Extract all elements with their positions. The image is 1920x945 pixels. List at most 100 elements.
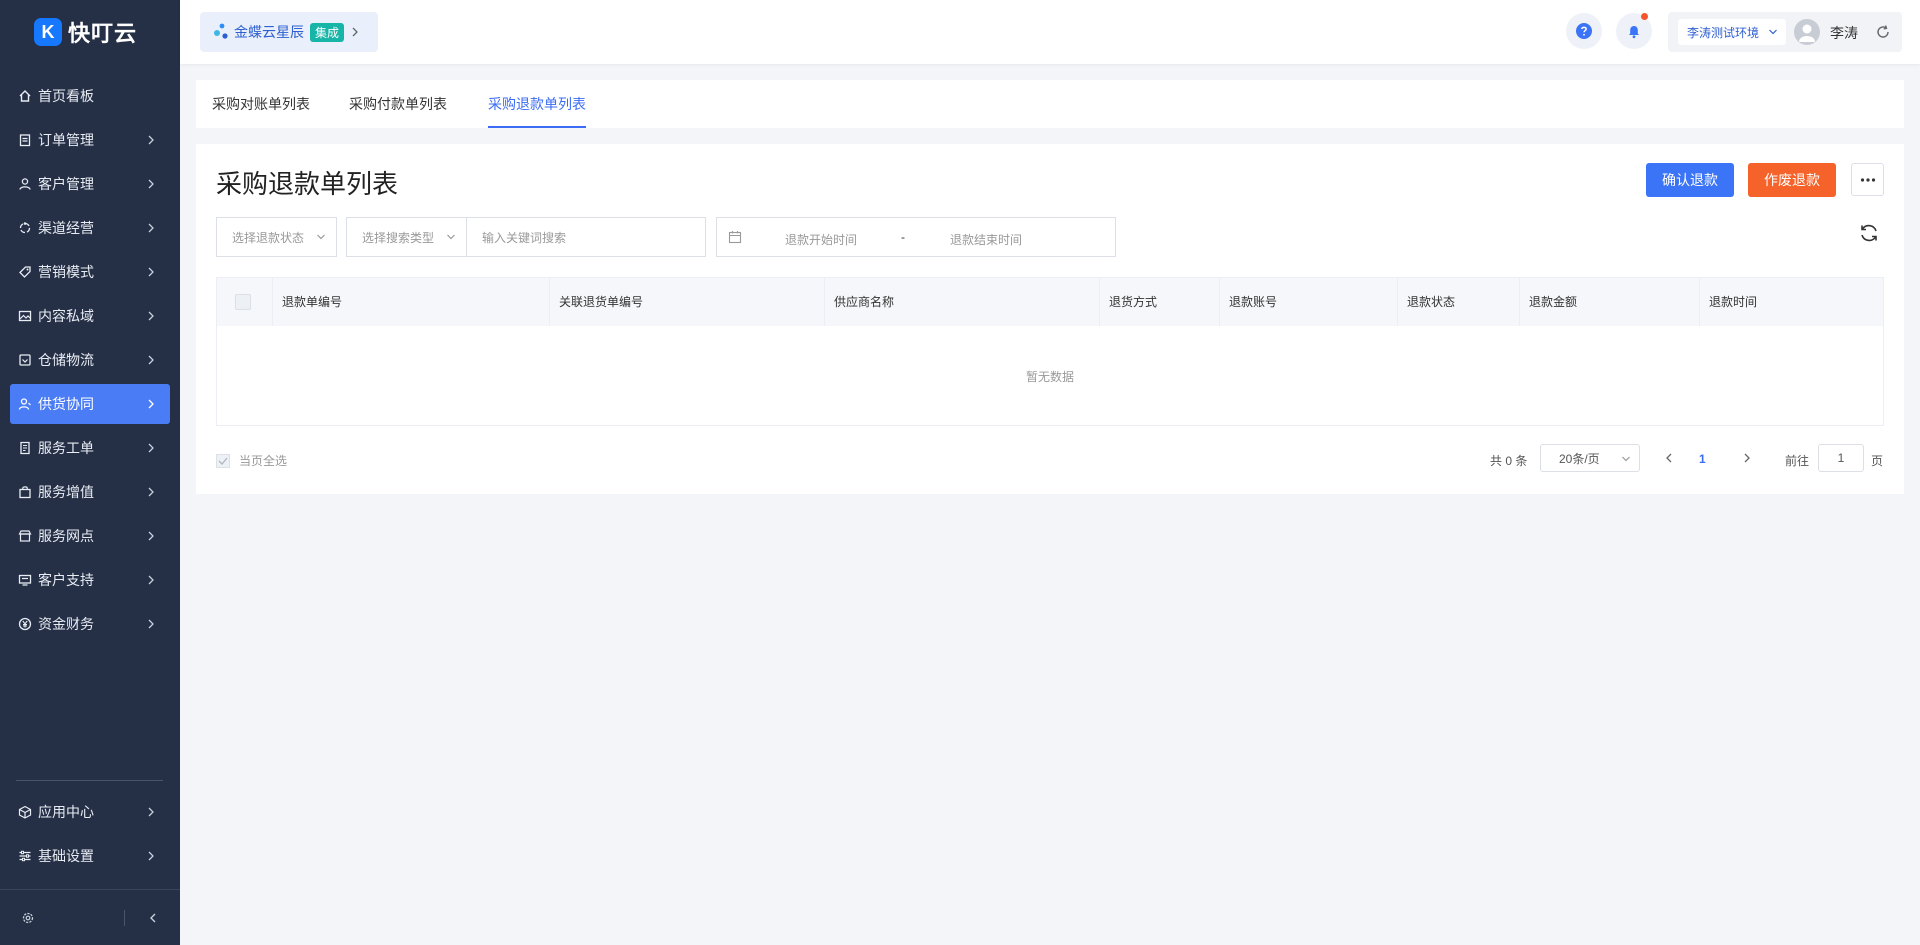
- sidebar-item-orders[interactable]: 订单管理: [10, 120, 170, 160]
- sidebar-divider: [16, 780, 163, 781]
- chevron-right-icon: [148, 179, 154, 189]
- column-header-refund-account[interactable]: 退款账号: [1219, 278, 1397, 326]
- search-type-select[interactable]: 选择搜索类型: [346, 217, 467, 257]
- column-header-refund-time[interactable]: 退款时间: [1699, 278, 1883, 326]
- sidebar-item-label: 应用中心: [38, 804, 94, 820]
- sidebar-item-support[interactable]: 客户支持: [10, 560, 170, 600]
- refund-status-placeholder: 选择退款状态: [232, 230, 305, 245]
- notifications-button[interactable]: [1616, 13, 1652, 49]
- tab-refund-list[interactable]: 采购退款单列表: [488, 80, 586, 128]
- void-refund-button[interactable]: 作废退款: [1748, 163, 1836, 197]
- column-header-refund-status[interactable]: 退款状态: [1397, 278, 1519, 326]
- prev-page-icon[interactable]: [1663, 451, 1675, 465]
- sidebar-item-home[interactable]: 首页看板: [10, 76, 170, 116]
- sidebar-item-basic-settings[interactable]: 基础设置: [10, 836, 170, 876]
- tab-payment-list[interactable]: 采购付款单列表: [349, 80, 447, 128]
- refresh-list-icon[interactable]: [1858, 222, 1880, 244]
- chevron-right-icon: [148, 807, 154, 817]
- page-tabs: 采购对账单列表 采购付款单列表 采购退款单列表: [196, 80, 1904, 128]
- select-page-checkbox[interactable]: 当页全选: [216, 452, 287, 469]
- select-page-label: 当页全选: [239, 454, 288, 468]
- column-header-refund-amount[interactable]: 退款金额: [1519, 278, 1699, 326]
- table-header: 退款单编号 关联退货单编号 供应商名称 退货方式 退款账号 退款状态 退款金额 …: [217, 278, 1883, 326]
- sidebar-item-finance[interactable]: 资金财务: [10, 604, 170, 644]
- chevron-right-icon: [148, 851, 154, 861]
- logo-text: 快叮云: [68, 21, 138, 46]
- chevron-right-icon: [352, 27, 358, 37]
- help-icon: [1576, 23, 1592, 39]
- range-separator: -: [901, 230, 905, 244]
- goto-page-input[interactable]: [1818, 444, 1864, 472]
- page-number-current[interactable]: 1: [1699, 452, 1706, 466]
- sidebar-item-warehouse[interactable]: 仓储物流: [10, 340, 170, 380]
- user-icon: [18, 177, 32, 191]
- settings-gear-icon[interactable]: [20, 910, 36, 926]
- sidebar-item-marketing[interactable]: 营销模式: [10, 252, 170, 292]
- sidebar-item-customers[interactable]: 客户管理: [10, 164, 170, 204]
- sidebar-item-label: 渠道经营: [38, 220, 94, 236]
- sidebar-item-label: 营销模式: [38, 264, 94, 280]
- start-date-placeholder[interactable]: 退款开始时间: [785, 231, 857, 248]
- goto-label: 前往: [1785, 454, 1810, 468]
- confirm-refund-button[interactable]: 确认退款: [1646, 163, 1734, 197]
- chevron-down-icon: [317, 234, 325, 240]
- sidebar-item-label: 仓储物流: [38, 352, 94, 368]
- column-header-return-no[interactable]: 关联退货单编号: [549, 278, 824, 326]
- integration-switcher[interactable]: 金蝶云星辰 集成: [200, 12, 378, 52]
- chevron-right-icon: [148, 399, 154, 409]
- sidebar-item-label: 供货协同: [38, 396, 94, 412]
- checkbox: [216, 453, 230, 468]
- user-area: 李涛测试环境 李涛: [1668, 12, 1902, 52]
- search-type-placeholder: 选择搜索类型: [362, 230, 435, 245]
- calendar-icon: [728, 231, 742, 244]
- avatar-person-icon: [1799, 24, 1815, 42]
- keyword-search-input[interactable]: 输入关键词搜索: [466, 217, 706, 257]
- tab-reconciliation-list[interactable]: 采购对账单列表: [212, 80, 310, 128]
- bell-icon: [1629, 26, 1639, 39]
- sidebar-item-service-tickets[interactable]: 服务工单: [10, 428, 170, 468]
- column-header-supplier[interactable]: 供应商名称: [824, 278, 1099, 326]
- more-dots-icon: [1860, 177, 1875, 182]
- sidebar-footer: [0, 889, 180, 945]
- end-date-placeholder[interactable]: 退款结束时间: [950, 231, 1022, 248]
- logo[interactable]: K 快叮云: [0, 0, 180, 64]
- chevron-down-icon: [1769, 29, 1777, 35]
- refund-table: 退款单编号 关联退货单编号 供应商名称 退货方式 退款账号 退款状态 退款金额 …: [216, 277, 1884, 426]
- chevron-right-icon: [148, 135, 154, 145]
- sidebar: K 快叮云 首页看板 订单管理 客户管理 渠道经营 营销模式 内容私域 仓储物流…: [0, 0, 180, 945]
- total-count: 共 0 条: [1490, 454, 1528, 468]
- refresh-icon[interactable]: [1875, 24, 1891, 40]
- next-page-icon[interactable]: [1741, 451, 1753, 465]
- more-actions-button[interactable]: [1851, 163, 1884, 196]
- collapse-sidebar-icon[interactable]: [146, 910, 160, 926]
- help-button[interactable]: [1566, 13, 1602, 49]
- refund-status-select[interactable]: 选择退款状态: [216, 217, 337, 257]
- ticket-icon: [18, 441, 32, 455]
- column-header-return-method[interactable]: 退货方式: [1099, 278, 1219, 326]
- avatar[interactable]: [1794, 19, 1820, 45]
- page-size-select[interactable]: 20条/页: [1540, 444, 1640, 472]
- sidebar-item-app-center[interactable]: 应用中心: [10, 792, 170, 832]
- sidebar-item-channels[interactable]: 渠道经营: [10, 208, 170, 248]
- integration-name: 金蝶云星辰: [234, 24, 304, 40]
- select-all-checkbox[interactable]: [235, 294, 251, 310]
- environment-value: 李涛测试环境: [1687, 25, 1760, 40]
- environment-select[interactable]: 李涛测试环境: [1678, 19, 1786, 45]
- empty-state: 暂无数据: [1025, 369, 1074, 384]
- sidebar-item-value-added[interactable]: 服务增值: [10, 472, 170, 512]
- chevron-right-icon: [148, 575, 154, 585]
- chevron-right-icon: [148, 223, 154, 233]
- sidebar-item-label: 服务增值: [38, 484, 94, 500]
- chevron-right-icon: [148, 311, 154, 321]
- sidebar-item-supply[interactable]: 供货协同: [10, 384, 170, 424]
- support-icon: [18, 573, 32, 587]
- refund-date-range[interactable]: 退款开始时间 - 退款结束时间: [716, 217, 1116, 257]
- sidebar-item-service-points[interactable]: 服务网点: [10, 516, 170, 556]
- bag-icon: [18, 485, 32, 499]
- sidebar-bottom-nav: 应用中心 基础设置: [0, 792, 180, 880]
- chevron-right-icon: [148, 443, 154, 453]
- channel-icon: [18, 221, 32, 235]
- column-header-refund-no[interactable]: 退款单编号: [272, 278, 549, 326]
- image-icon: [18, 309, 32, 323]
- sidebar-item-content[interactable]: 内容私域: [10, 296, 170, 336]
